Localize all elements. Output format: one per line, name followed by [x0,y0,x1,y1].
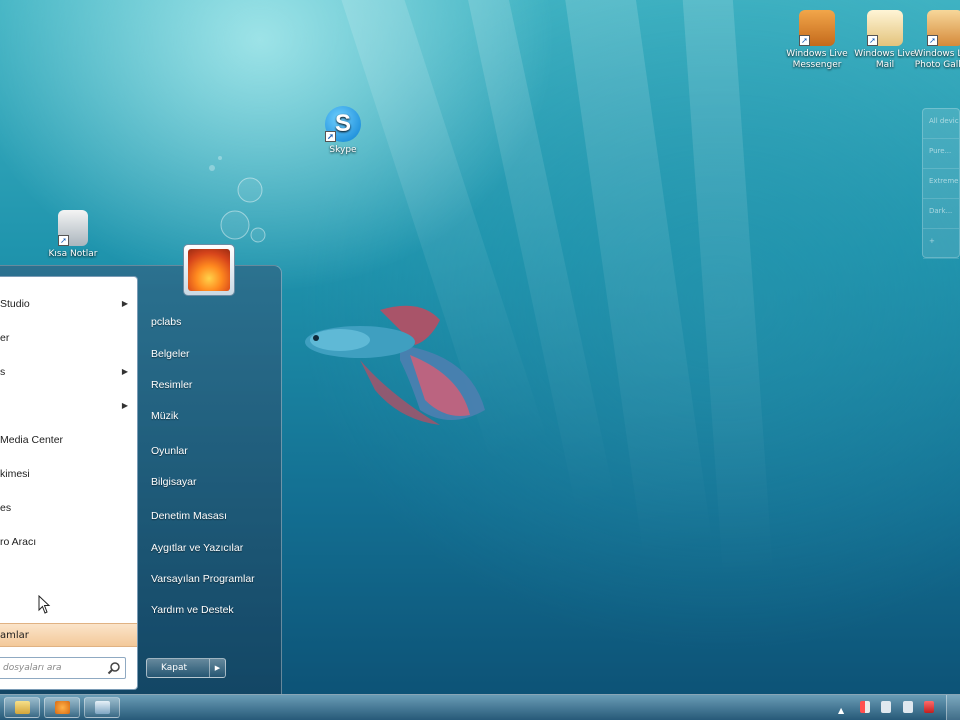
action-center-flag-icon[interactable] [859,701,870,713]
desktop-icon-label: Windows Live Mail [854,49,916,70]
program-label: kimesi [0,468,30,480]
gadget-row[interactable]: Dark... [923,199,959,229]
shutdown-options-arrow-icon[interactable]: ▶ [209,659,225,677]
program-item[interactable]: kimesi [0,459,136,489]
volume-icon[interactable] [902,701,913,713]
tray-arrow-icon[interactable]: ▲ [838,705,848,717]
window-icon [95,701,110,714]
desktop-icon[interactable]: S ➚ Skype [310,106,376,156]
program-item[interactable]: es [0,493,136,523]
all-programs-button[interactable]: amlar [0,623,137,647]
shortcut-arrow-icon: ➚ [58,235,69,246]
shortcut-arrow-icon: ➚ [867,35,878,46]
taskbar: ▲ [0,694,960,720]
taskbar-media-player-button[interactable] [44,697,80,718]
desktop-icon-label: Windows Live Photo Gallery [914,49,960,70]
user-avatar[interactable] [183,244,235,296]
system-tray: ▲ [830,701,934,715]
desktop-icon-label: Kısa Notlar [48,249,98,259]
desktop-icon[interactable]: ➚ Windows Live Photo Gallery [912,10,960,71]
right-item-games[interactable]: Oyunlar [146,438,276,464]
shortcut-arrow-icon: ➚ [325,131,336,142]
program-label: Studio [0,298,30,310]
right-item-help-support[interactable]: Yardım ve Destek [146,597,276,623]
gadget-row[interactable]: Extreme... [923,169,959,199]
shortcut-arrow-icon: ➚ [927,35,938,46]
program-item[interactable]: ro Aracı [0,527,136,557]
right-item-computer[interactable]: Bilgisayar [146,469,276,495]
shutdown-label: Kapat [161,663,188,673]
desktop-icon-label: Windows Live Messenger [786,49,848,70]
taskbar-explorer-button[interactable] [4,697,40,718]
photo-gallery-icon: ➚ [927,10,960,46]
submenu-arrow-icon: ▶ [121,299,128,308]
gadget-panel[interactable]: All devices Pure... Extreme... Dark... + [922,108,960,259]
shutdown-button[interactable]: Kapat ▶ [146,658,226,678]
network-icon[interactable] [881,701,891,713]
mail-icon: ➚ [867,10,903,46]
programs-pane: Studio ▶ er s ▶ ▶ Media Center kimesi es… [0,276,138,690]
show-desktop-button[interactable] [946,695,960,720]
program-item[interactable]: s ▶ [0,357,136,387]
program-label: Media Center [0,434,64,446]
media-player-icon [55,701,70,714]
flower-picture-icon [188,249,230,291]
mouse-cursor-icon [38,595,51,614]
program-item[interactable]: er [0,323,136,353]
right-item-control-panel[interactable]: Denetim Masası [146,503,276,529]
messenger-icon: ➚ [799,10,835,46]
betta-fish-wallpaper [305,305,485,425]
taskbar-window-button[interactable] [84,697,120,718]
program-label: ro Aracı [0,536,37,548]
desktop-icon[interactable]: ➚ Kısa Notlar [40,210,106,260]
desktop-icon[interactable]: ➚ Windows Live Messenger [784,10,850,71]
right-item-devices-printers[interactable]: Aygıtlar ve Yazıcılar [146,535,276,561]
right-item-user[interactable]: pclabs [146,309,276,335]
tray-warning-icon[interactable] [924,701,934,713]
right-item-documents[interactable]: Belgeler [146,341,276,367]
skype-icon: S ➚ [325,106,361,142]
program-item[interactable]: Media Center [0,425,136,455]
desktop-icon-label: Skype [329,145,357,155]
search-icon[interactable] [107,661,121,675]
program-label: er [0,332,10,344]
notepad-icon: ➚ [58,210,88,246]
gadget-row[interactable]: Pure... [923,139,959,169]
program-label: s [0,366,6,378]
desktop-icon[interactable]: ➚ Windows Live Mail [852,10,918,71]
start-menu: Studio ▶ er s ▶ ▶ Media Center kimesi es… [0,244,282,695]
submenu-arrow-icon: ▶ [121,401,128,410]
shortcut-arrow-icon: ➚ [799,35,810,46]
search-input[interactable]: dosyaları ara [0,657,126,679]
right-item-pictures[interactable]: Resimler [146,372,276,398]
submenu-arrow-icon: ▶ [121,367,128,376]
program-item[interactable]: Studio ▶ [0,289,136,319]
gadget-row[interactable]: + [923,229,959,259]
program-item[interactable]: ▶ [0,391,136,421]
search-placeholder: dosyaları ara [3,663,62,673]
right-item-default-programs[interactable]: Varsayılan Programlar [146,566,276,592]
program-label: es [0,502,12,514]
right-item-music[interactable]: Müzik [146,403,276,429]
explorer-icon [15,701,30,714]
gadget-row[interactable]: All devices [923,109,959,139]
